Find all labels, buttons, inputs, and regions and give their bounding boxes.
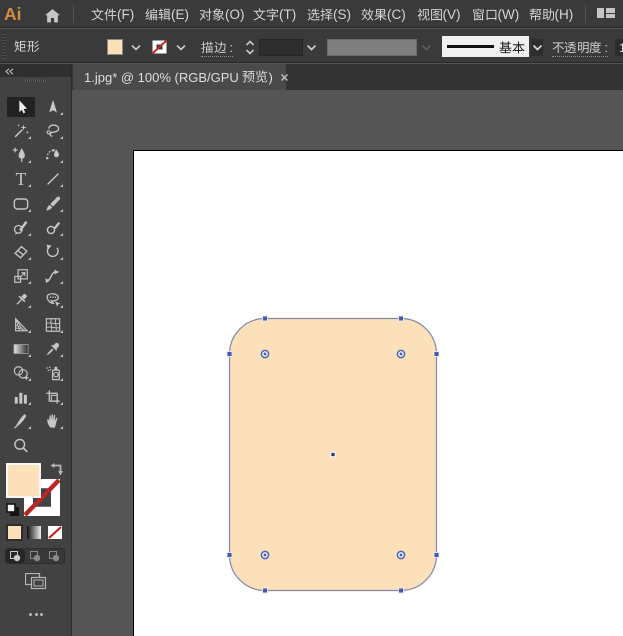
svg-text:T: T <box>16 169 27 189</box>
